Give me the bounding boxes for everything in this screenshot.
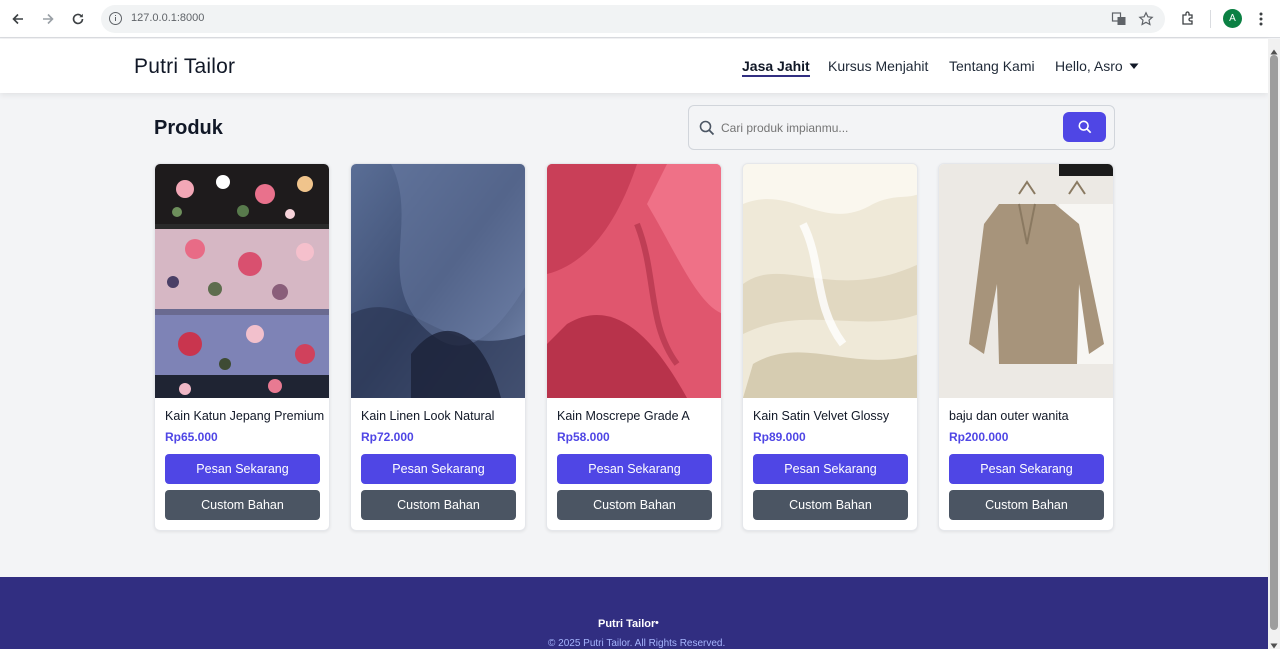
custom-fabric-button[interactable]: Custom Bahan (557, 490, 712, 520)
site-info-icon[interactable] (109, 12, 122, 25)
product-image-satin[interactable] (743, 164, 917, 398)
search-button[interactable] (1063, 112, 1106, 142)
page-scrollbar[interactable] (1268, 39, 1280, 649)
order-now-button[interactable]: Pesan Sekarang (753, 454, 908, 484)
product-image-linen[interactable] (351, 164, 525, 398)
product-card: Kain Katun Jepang Premium Rp65.000 Pesan… (154, 163, 330, 531)
site-logo[interactable]: Putri Tailor (134, 55, 235, 79)
search-icon (699, 120, 715, 141)
forward-icon[interactable] (38, 9, 58, 29)
product-card: Kain Moscrepe Grade A Rp58.000 Pesan Sek… (546, 163, 722, 531)
footer-brand: Putri Tailor (598, 618, 656, 630)
toolbar-divider (1210, 10, 1211, 28)
product-card: baju dan outer wanita Rp200.000 Pesan Se… (938, 163, 1114, 531)
search-input[interactable] (721, 118, 1051, 138)
caret-down-icon (1129, 63, 1139, 69)
scroll-down-arrow-icon[interactable] (1270, 636, 1278, 649)
extensions-icon[interactable] (1180, 11, 1196, 32)
product-price: Rp72.000 (361, 430, 414, 444)
product-price: Rp89.000 (753, 430, 806, 444)
search-icon (1078, 120, 1091, 134)
url-text: 127.0.0.1:8000 (131, 12, 205, 24)
custom-fabric-button[interactable]: Custom Bahan (361, 490, 516, 520)
order-now-button[interactable]: Pesan Sekarang (361, 454, 516, 484)
scrollbar-thumb[interactable] (1270, 55, 1278, 630)
nav-tentang-kami[interactable]: Tentang Kami (949, 58, 1035, 74)
product-image-floral-cotton[interactable] (155, 164, 329, 398)
page-title: Produk (154, 117, 223, 139)
product-price: Rp65.000 (165, 430, 218, 444)
order-now-button[interactable]: Pesan Sekarang (949, 454, 1104, 484)
site-footer: Putri Tailor • © 2025 Putri Tailor. All … (0, 577, 1268, 649)
product-name[interactable]: Kain Linen Look Natural (361, 409, 494, 423)
product-name[interactable]: Kain Moscrepe Grade A (557, 409, 690, 423)
product-image-moscrepe[interactable] (547, 164, 721, 398)
site-header: Putri Tailor Jasa Jahit Kursus Menjahit … (0, 39, 1268, 93)
address-bar[interactable]: 127.0.0.1:8000 (101, 5, 1165, 33)
product-card: Kain Satin Velvet Glossy Rp89.000 Pesan … (742, 163, 918, 531)
product-image-blouse[interactable] (939, 164, 1113, 398)
custom-fabric-button[interactable]: Custom Bahan (949, 490, 1104, 520)
user-menu[interactable]: Hello, Asro (1055, 58, 1139, 74)
product-card: Kain Linen Look Natural Rp72.000 Pesan S… (350, 163, 526, 531)
product-name[interactable]: baju dan outer wanita (949, 409, 1069, 423)
product-name[interactable]: Kain Katun Jepang Premium (165, 409, 324, 423)
nav-kursus-menjahit[interactable]: Kursus Menjahit (828, 58, 928, 74)
profile-avatar[interactable]: A (1223, 9, 1242, 28)
user-greeting: Hello, Asro (1055, 58, 1123, 74)
product-name[interactable]: Kain Satin Velvet Glossy (753, 409, 889, 423)
browser-toolbar: 127.0.0.1:8000 A (0, 0, 1280, 38)
product-price: Rp200.000 (949, 430, 1009, 444)
reload-icon[interactable] (68, 9, 88, 29)
search-box (688, 105, 1115, 150)
nav-jasa-jahit[interactable]: Jasa Jahit (742, 58, 810, 77)
custom-fabric-button[interactable]: Custom Bahan (165, 490, 320, 520)
product-price: Rp58.000 (557, 430, 610, 444)
kebab-menu-icon[interactable] (1258, 11, 1264, 32)
back-icon[interactable] (8, 9, 28, 29)
translate-icon[interactable] (1111, 11, 1127, 32)
custom-fabric-button[interactable]: Custom Bahan (753, 490, 908, 520)
footer-copyright: © 2025 Putri Tailor. All Rights Reserved… (548, 638, 726, 649)
footer-separator: • (655, 617, 659, 629)
bookmark-star-icon[interactable] (1138, 11, 1154, 32)
order-now-button[interactable]: Pesan Sekarang (165, 454, 320, 484)
order-now-button[interactable]: Pesan Sekarang (557, 454, 712, 484)
